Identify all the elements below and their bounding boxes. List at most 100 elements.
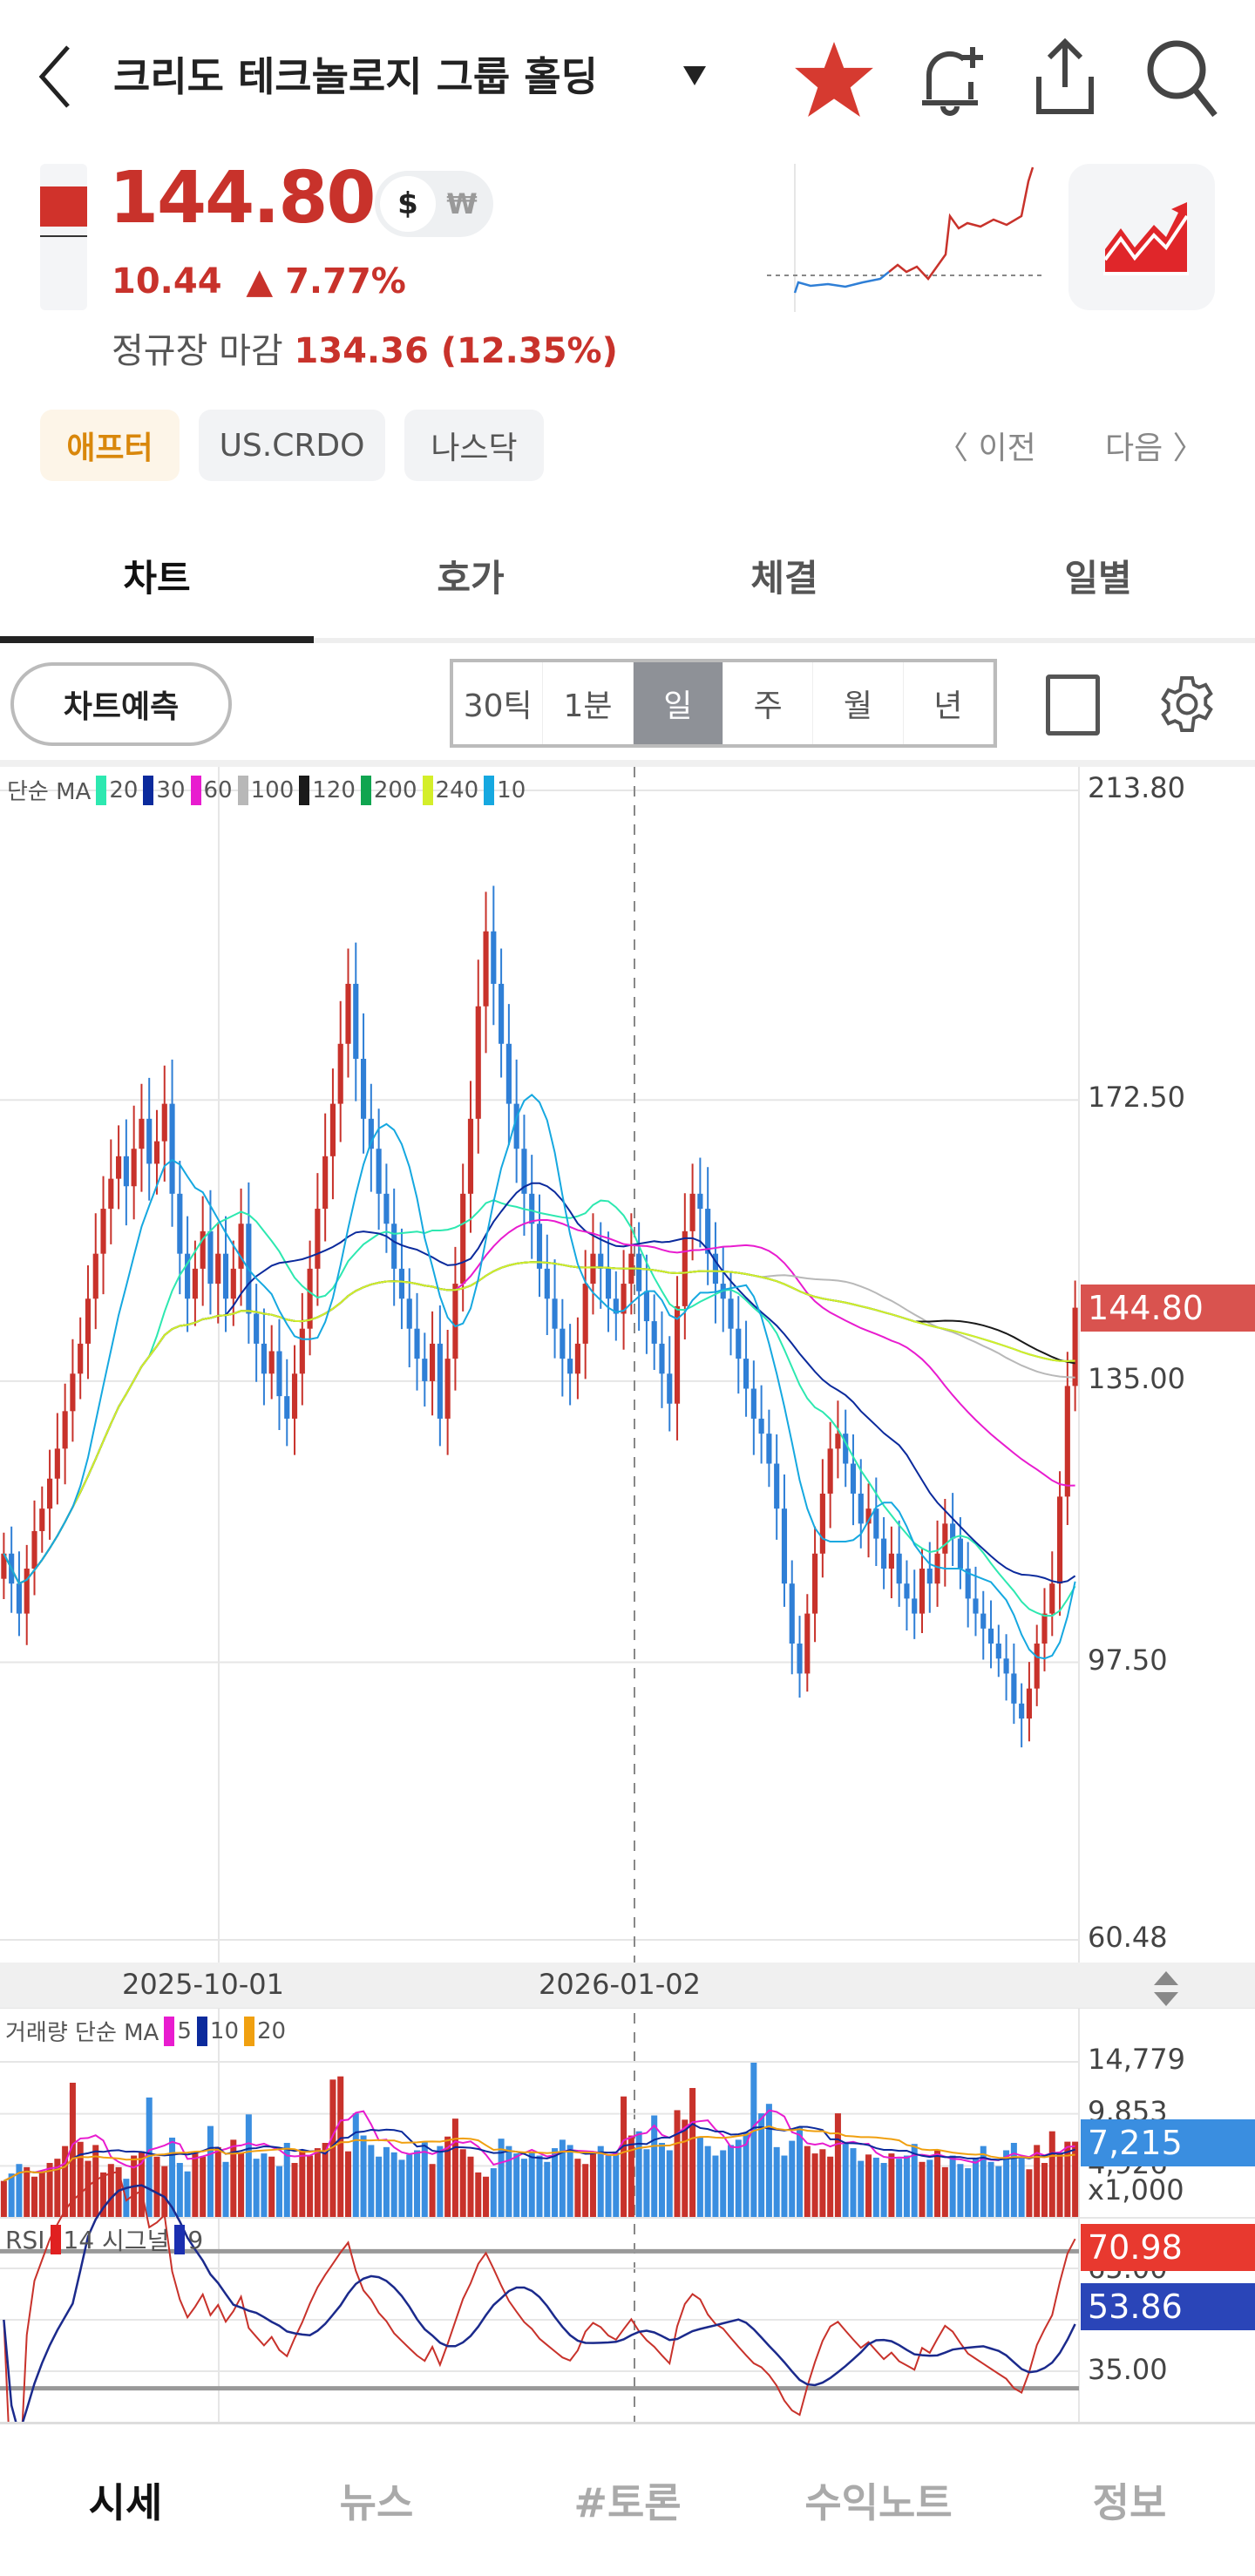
candle-body xyxy=(414,1328,420,1359)
candle-body xyxy=(315,1209,321,1269)
candle-body xyxy=(605,1268,612,1299)
candle-body xyxy=(574,1343,580,1374)
candle-body xyxy=(797,1644,803,1674)
candle-body xyxy=(345,983,351,1044)
candle-body xyxy=(850,1463,857,1494)
volume-bar xyxy=(819,2149,826,2218)
tab-daily[interactable]: 일별 xyxy=(941,549,1255,602)
candle-body xyxy=(835,1434,841,1449)
candle-body xyxy=(789,1583,795,1644)
stock-title[interactable]: 크리도 테크놀로지 그룹 홀딩 xyxy=(113,45,598,103)
candle-body xyxy=(230,1268,236,1299)
tag-after-market[interactable]: 애프터 xyxy=(40,410,180,481)
period-year[interactable]: 년 xyxy=(904,662,994,744)
price-range-bar xyxy=(40,164,87,310)
alarm-add-icon[interactable] xyxy=(915,40,985,120)
candle-body xyxy=(766,1434,772,1464)
x-tick-label: 2025-10-01 xyxy=(122,1968,284,2001)
candle-body xyxy=(31,1530,37,1569)
volume-bar xyxy=(77,2141,84,2218)
candle-body xyxy=(1034,1644,1040,1689)
candle-body xyxy=(544,1268,550,1299)
candle-body xyxy=(827,1448,833,1494)
volume-bar xyxy=(934,2150,941,2218)
candle-body xyxy=(598,1253,604,1269)
volume-bar xyxy=(865,2154,872,2218)
tag-exchange[interactable]: 나스닥 xyxy=(404,410,544,481)
period-day[interactable]: 일 xyxy=(633,662,723,744)
search-icon[interactable] xyxy=(1145,38,1218,119)
candle-body xyxy=(398,1268,405,1299)
prev-stock-link[interactable]: 〈 이전 xyxy=(937,423,1036,468)
trend-chart-icon xyxy=(1103,202,1189,275)
period-week[interactable]: 주 xyxy=(723,662,814,744)
tab-trades[interactable]: 체결 xyxy=(628,549,941,602)
volume-bar xyxy=(8,2173,15,2218)
ma-swatch-100 xyxy=(237,775,248,805)
candle-body xyxy=(284,1396,290,1419)
resize-handle-icon[interactable] xyxy=(1152,1969,1180,2008)
volume-bar xyxy=(153,2156,160,2218)
bottom-nav-news[interactable]: 뉴스 xyxy=(251,2471,502,2529)
currency-toggle[interactable]: $ ₩ xyxy=(375,171,493,237)
candle-body xyxy=(46,1478,53,1509)
volume-bar xyxy=(268,2156,275,2218)
candle-body xyxy=(353,983,359,1059)
rsi-label: RSI xyxy=(5,2225,45,2254)
volume-bar xyxy=(858,2160,865,2218)
price-chart[interactable] xyxy=(0,767,1255,2423)
tag-ticker[interactable]: US.CRDO xyxy=(199,410,385,481)
bottom-nav-discussion[interactable]: #토론 xyxy=(502,2471,753,2529)
volume-legend[interactable]: 거래량 단순 MA 5 10 20 xyxy=(5,2015,286,2047)
volume-bar xyxy=(727,2145,735,2218)
next-stock-link[interactable]: 다음 〉 xyxy=(1105,423,1204,468)
candle-body xyxy=(1056,1496,1063,1584)
period-1min[interactable]: 1분 xyxy=(543,662,634,744)
fullscreen-icon[interactable] xyxy=(1046,675,1100,736)
back-icon[interactable] xyxy=(35,42,77,112)
ma-period-200: 200 xyxy=(373,776,417,803)
bottom-nav-quote[interactable]: 시세 xyxy=(0,2471,251,2529)
period-month[interactable]: 월 xyxy=(813,662,904,744)
settings-gear-icon[interactable] xyxy=(1156,669,1218,739)
candle-body xyxy=(70,1373,76,1412)
price-tick-label: 60.48 xyxy=(1088,1921,1168,1954)
chart-view-button[interactable] xyxy=(1068,164,1215,310)
tab-chart[interactable]: 차트 xyxy=(0,549,314,602)
ma-swatch-20 xyxy=(96,775,107,805)
candle-body xyxy=(743,1359,750,1389)
bottom-nav-info[interactable]: 정보 xyxy=(1004,2471,1255,2529)
volume-bar xyxy=(475,2172,482,2218)
ma-swatch-60 xyxy=(190,775,201,805)
currency-usd[interactable]: $ xyxy=(380,176,436,232)
candle-body xyxy=(926,1568,933,1584)
volume-bar xyxy=(804,2146,811,2218)
candle-body xyxy=(383,1193,390,1224)
volume-bar xyxy=(872,2157,879,2218)
tab-active-indicator xyxy=(0,636,314,643)
volume-bar xyxy=(337,2076,344,2218)
dropdown-icon[interactable] xyxy=(682,64,708,87)
chart-predict-button[interactable]: 차트예측 xyxy=(10,662,232,746)
volume-bar xyxy=(827,2156,834,2218)
volume-bar xyxy=(995,2166,1002,2218)
volume-bar xyxy=(574,2159,581,2218)
candle-body xyxy=(16,1583,23,1614)
candle-body xyxy=(261,1343,267,1374)
volume-bar xyxy=(621,2096,628,2218)
current-price: 144.80 xyxy=(109,157,376,240)
ma-legend[interactable]: 단순 MA 20 30 60 100 120 200 240 10 xyxy=(7,774,526,806)
intraday-sparkline[interactable] xyxy=(767,164,1046,314)
bottom-nav-profit-note[interactable]: 수익노트 xyxy=(753,2471,1004,2529)
period-30tick[interactable]: 30틱 xyxy=(453,662,544,744)
change-amount: 10.44 xyxy=(112,261,222,302)
currency-krw[interactable]: ₩ xyxy=(436,187,488,220)
share-icon[interactable] xyxy=(1032,38,1098,119)
period-selector[interactable]: 30틱 1분 일 주 월 년 xyxy=(450,659,997,748)
rsi-signal-period: 9 xyxy=(187,2225,204,2254)
tab-orderbook[interactable]: 호가 xyxy=(314,549,628,602)
candle-body xyxy=(812,1553,818,1614)
star-icon[interactable] xyxy=(795,42,873,117)
rsi-legend[interactable]: RSI 14 시그널 9 xyxy=(5,2222,203,2257)
candle-body xyxy=(177,1193,183,1254)
